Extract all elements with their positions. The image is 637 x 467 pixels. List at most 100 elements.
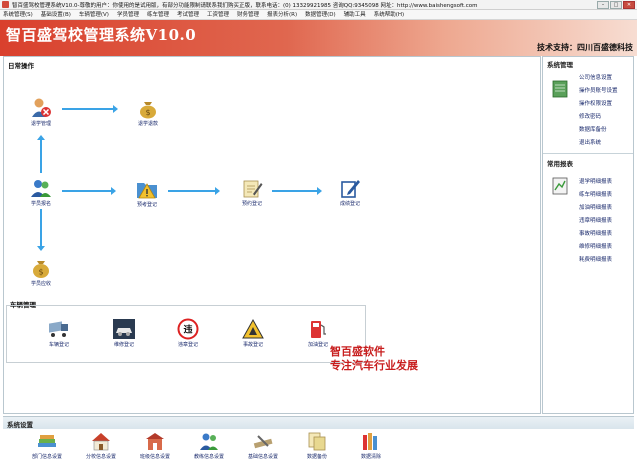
menu-student[interactable]: 学员管理 [117, 10, 139, 19]
settings-item-department[interactable]: 部门信息设置 [23, 431, 71, 460]
app-icon [2, 1, 9, 8]
svg-text:$: $ [145, 108, 150, 117]
vehicle-item-violation[interactable]: 违 违章登记 [168, 318, 208, 348]
building-icon [146, 433, 164, 450]
vehicle-item-fuel[interactable]: 加油登记 [298, 318, 338, 348]
node-enroll[interactable]: 学员报名 [21, 177, 61, 207]
reports-list: 退学明细报表 练车明细报表 加油明细报表 违章明细报表 事故明细报表 维修明细报… [579, 177, 612, 268]
menu-reports[interactable]: 报表分析(R) [267, 10, 297, 19]
settings-item-label: 数据备份 [306, 454, 327, 460]
menu-finance[interactable]: 财务管理 [237, 10, 259, 19]
report-item[interactable]: 练车明细报表 [579, 190, 612, 203]
node-refund-label: 退学退款 [137, 121, 158, 127]
vehicle-item-label: 维修登记 [113, 342, 134, 348]
report-item[interactable]: 加油明细报表 [579, 203, 612, 216]
settings-item-backup[interactable]: 数据备份 [293, 431, 341, 460]
menu-bar: 系统管理(S) 基础设置(B) 车辆管理(V) 学员管理 练车管理 考试管理 工… [0, 10, 637, 20]
money-bag-icon: $ [33, 261, 49, 278]
menu-salary[interactable]: 工资管理 [207, 10, 229, 19]
report-item[interactable]: 退学明细报表 [579, 177, 612, 190]
node-score[interactable]: 成绩登记 [330, 177, 370, 207]
settings-item-clear[interactable]: 数据清除 [347, 431, 395, 460]
banner: 智百盛驾校管理系统V10.0 技术支持：四川百盛德科技 [0, 20, 637, 56]
truck-icon [49, 321, 68, 337]
fuel-pump-icon [311, 321, 326, 338]
settings-item-label: 数据清除 [360, 454, 381, 460]
arrow [272, 187, 322, 195]
vehicle-item-repair[interactable]: 维修登记 [104, 318, 144, 348]
books-icon [38, 435, 56, 447]
node-fee[interactable]: $ 学员应收 [21, 257, 61, 287]
svg-text:违: 违 [183, 324, 192, 336]
settings-item-coach[interactable]: 教练信息设置 [185, 431, 233, 460]
node-score-label: 成绩登记 [339, 201, 360, 207]
node-fee-label: 学员应收 [30, 281, 51, 287]
settings-item-class[interactable]: 班级信息设置 [131, 431, 179, 460]
database-icon [552, 80, 568, 98]
system-settings-bar: 系统设置 部门信息设置 分校信息设置 班级信息设置 教练信息设置 基础信息设置 … [3, 416, 634, 467]
house-icon [92, 433, 110, 451]
menu-help[interactable]: 系统帮助(H) [374, 10, 404, 19]
menu-exam[interactable]: 考试管理 [177, 10, 199, 19]
separator [543, 153, 633, 154]
close-button[interactable]: ✕ [623, 1, 635, 9]
system-item[interactable]: 操作员账号设置 [579, 86, 618, 99]
daily-ops-title: 日常操作 [8, 62, 34, 70]
menu-data[interactable]: 数据管理(D) [305, 10, 336, 19]
tech-support: 技术支持：四川百盛德科技 [537, 43, 633, 52]
node-withdraw[interactable]: 退学管理 [21, 97, 61, 127]
vehicle-item-accident[interactable]: 事故登记 [233, 318, 273, 348]
accident-warning-icon [242, 318, 264, 339]
promo-text: 智百盛软件 专注汽车行业发展 [330, 345, 418, 373]
system-menu-list: 公司信息设置 操作员账号设置 操作权限设置 修改密码 数据库备份 退出系统 [579, 73, 618, 151]
node-refund[interactable]: $ 退学退款 [128, 97, 168, 127]
menu-vehicle[interactable]: 车辆管理(V) [79, 10, 109, 19]
tools-icon [253, 435, 273, 449]
violation-sign-icon: 违 [177, 318, 199, 340]
arrow [62, 105, 118, 113]
vehicle-item-label: 事故登记 [242, 342, 263, 348]
minimize-button[interactable]: – [597, 1, 609, 9]
car-repair-icon [113, 319, 135, 339]
files-icon [363, 433, 377, 450]
window-controls: – □ ✕ [597, 1, 635, 9]
system-item[interactable]: 操作权限设置 [579, 99, 618, 112]
settings-item-label: 部门信息设置 [31, 454, 62, 460]
system-management-title: 系统管理 [547, 61, 573, 69]
arrow [37, 135, 45, 173]
vehicle-panel: 车辆登记 维修登记 违 违章登记 事故登记 加油登记 [6, 305, 366, 363]
vehicle-item-label: 车辆登记 [48, 342, 69, 348]
report-item[interactable]: 耗费明细报表 [579, 255, 612, 268]
window-title: 智百盛驾校管理系统V10.0-尊敬的用户：你使用的是试用版，有部分功能限制请联系… [12, 3, 478, 9]
notepad-pencil-icon [243, 180, 263, 198]
arrow [168, 187, 220, 195]
maximize-button[interactable]: □ [610, 1, 622, 9]
menu-system[interactable]: 系统管理(S) [3, 10, 33, 19]
node-enroll-label: 学员报名 [30, 201, 51, 207]
menu-practice[interactable]: 练车管理 [147, 10, 169, 19]
settings-item-label: 分校信息设置 [85, 454, 116, 460]
users-icon [200, 433, 218, 450]
arrow [62, 187, 116, 195]
node-reserve[interactable]: 预约登记 [232, 177, 272, 207]
promo-line-2: 专注汽车行业发展 [330, 359, 418, 372]
node-preregister[interactable]: 预考登记 [127, 178, 167, 208]
system-item[interactable]: 数据库备份 [579, 125, 618, 138]
menu-basic-settings[interactable]: 基础设置(B) [41, 10, 71, 19]
users-icon [31, 180, 51, 197]
system-item[interactable]: 退出系统 [579, 138, 618, 151]
settings-item-basic[interactable]: 基础信息设置 [239, 431, 287, 460]
report-item[interactable]: 维修明细报表 [579, 242, 612, 255]
app-title: 智百盛驾校管理系统V10.0 [6, 26, 197, 44]
menu-tools[interactable]: 辅助工具 [344, 10, 366, 19]
node-preregister-label: 预考登记 [136, 202, 157, 208]
vehicle-item-register[interactable]: 车辆登记 [39, 318, 79, 348]
system-item[interactable]: 修改密码 [579, 112, 618, 125]
edit-icon [341, 180, 360, 198]
report-item[interactable]: 违章明细报表 [579, 216, 612, 229]
system-item[interactable]: 公司信息设置 [579, 73, 618, 86]
money-bag-icon: $ [140, 102, 156, 119]
report-item[interactable]: 事故明细报表 [579, 229, 612, 242]
settings-item-branch[interactable]: 分校信息设置 [77, 431, 125, 460]
node-reserve-label: 预约登记 [241, 201, 262, 207]
